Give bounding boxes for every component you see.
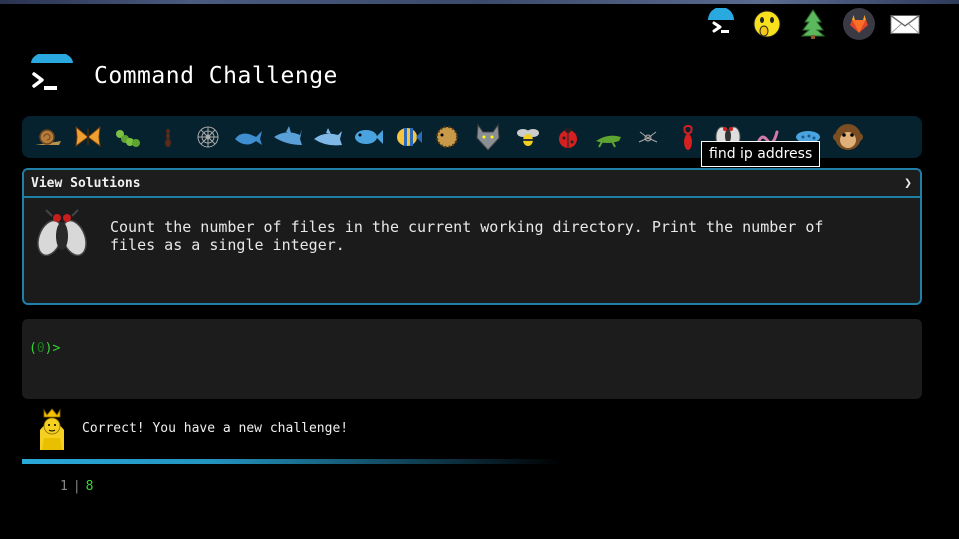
output-line-number: 1	[60, 479, 68, 494]
princess-icon	[34, 406, 70, 450]
prompt: (0)>	[29, 341, 61, 356]
app-header: Command Challenge	[30, 51, 338, 98]
page-title: Command Challenge	[94, 63, 338, 89]
caterpillar-icon[interactable]	[108, 117, 148, 157]
ladybug-icon[interactable]	[548, 117, 588, 157]
command-output: 1 | 8	[60, 479, 93, 494]
dolphin-icon[interactable]	[308, 117, 348, 157]
spiderweb-icon[interactable]	[188, 117, 228, 157]
shush-face-icon[interactable]	[751, 8, 783, 40]
output-separator: |	[72, 479, 81, 494]
view-solutions-label: View Solutions	[31, 175, 141, 191]
challenge-panel: View Solutions ❯ Count the number of fil…	[22, 168, 922, 305]
mail-icon[interactable]	[889, 8, 921, 40]
progress-bar	[22, 459, 562, 464]
whale-icon[interactable]	[228, 117, 268, 157]
terminal-input-area[interactable]: (0)>	[22, 319, 922, 399]
fly-icon	[36, 208, 88, 264]
shark-icon[interactable]	[268, 117, 308, 157]
result-text: Correct! You have a new challenge!	[82, 420, 349, 436]
logo-terminal-icon[interactable]	[30, 51, 74, 98]
snail-icon[interactable]	[28, 117, 68, 157]
animal-tooltip: find ip address	[701, 141, 821, 167]
fish-icon[interactable]	[348, 117, 388, 157]
spider-icon[interactable]	[628, 117, 668, 157]
butterfly-icon[interactable]	[68, 117, 108, 157]
tropical-fish-icon[interactable]	[388, 117, 428, 157]
prompt-count: 0	[36, 341, 45, 356]
blowfish-icon[interactable]	[428, 117, 468, 157]
challenge-description: Count the number of files in the current…	[110, 218, 824, 254]
view-solutions-toggle[interactable]: View Solutions ❯	[24, 170, 920, 198]
result-message: Correct! You have a new challenge!	[34, 406, 348, 450]
ant-icon[interactable]	[148, 117, 188, 157]
top-strip	[0, 0, 959, 4]
output-value: 8	[85, 479, 94, 494]
bee-icon[interactable]	[508, 117, 548, 157]
wolf-icon[interactable]	[468, 117, 508, 157]
chevron-right-icon: ❯	[904, 175, 912, 191]
terminal-icon[interactable]	[705, 8, 737, 40]
cricket-icon[interactable]	[588, 117, 628, 157]
gitlab-icon[interactable]	[843, 8, 875, 40]
top-nav	[705, 8, 921, 40]
tree-icon[interactable]	[797, 8, 829, 40]
monkey-icon[interactable]	[828, 117, 868, 157]
